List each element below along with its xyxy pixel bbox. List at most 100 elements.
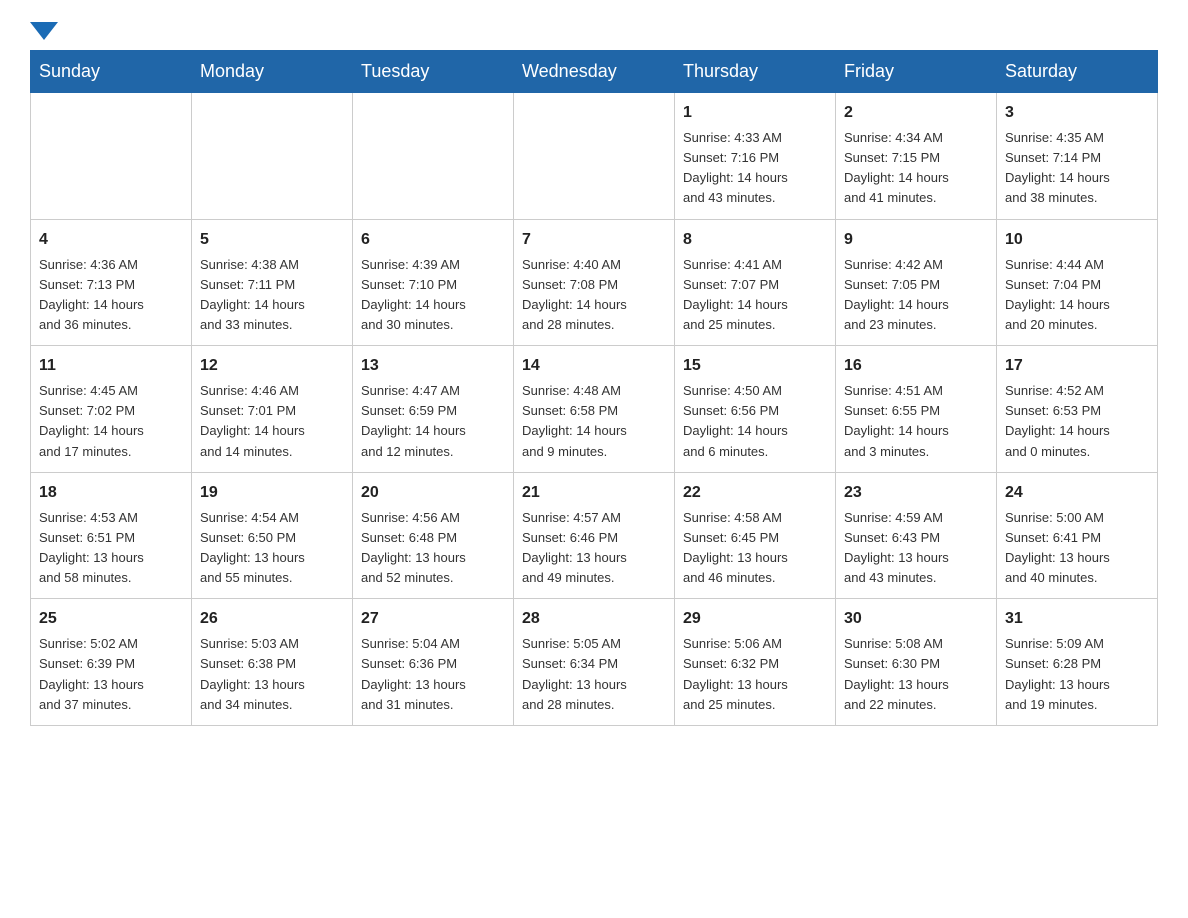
- header-friday: Friday: [836, 51, 997, 93]
- calendar-cell: 29Sunrise: 5:06 AM Sunset: 6:32 PM Dayli…: [675, 599, 836, 726]
- day-info: Sunrise: 4:33 AM Sunset: 7:16 PM Dayligh…: [683, 128, 827, 209]
- day-info: Sunrise: 5:08 AM Sunset: 6:30 PM Dayligh…: [844, 634, 988, 715]
- header-tuesday: Tuesday: [353, 51, 514, 93]
- day-number: 4: [39, 228, 183, 252]
- day-number: 22: [683, 481, 827, 505]
- header-saturday: Saturday: [997, 51, 1158, 93]
- day-info: Sunrise: 5:05 AM Sunset: 6:34 PM Dayligh…: [522, 634, 666, 715]
- day-info: Sunrise: 4:56 AM Sunset: 6:48 PM Dayligh…: [361, 508, 505, 589]
- day-number: 11: [39, 354, 183, 378]
- day-info: Sunrise: 4:45 AM Sunset: 7:02 PM Dayligh…: [39, 381, 183, 462]
- day-info: Sunrise: 4:58 AM Sunset: 6:45 PM Dayligh…: [683, 508, 827, 589]
- day-info: Sunrise: 4:41 AM Sunset: 7:07 PM Dayligh…: [683, 255, 827, 336]
- day-number: 28: [522, 607, 666, 631]
- calendar-cell: 20 Sunrise: 4:56 AM Sunset: 6:48 PM Dayli…: [353, 472, 514, 599]
- calendar-cell: 3 Sunrise: 4:35 AM Sunset: 7:14 PM Daylig…: [997, 93, 1158, 220]
- calendar-cell: 1Sunrise: 4:33 AM Sunset: 7:16 PM Daylig…: [675, 93, 836, 220]
- calendar-cell: 21 Sunrise: 4:57 AM Sunset: 6:46 PM Dayli…: [514, 472, 675, 599]
- calendar-cell: 28 Sunrise: 5:05 AM Sunset: 6:34 PM Dayli…: [514, 599, 675, 726]
- day-info: Sunrise: 4:48 AM Sunset: 6:58 PM Dayligh…: [522, 381, 666, 462]
- day-number: 17: [1005, 354, 1149, 378]
- day-info: Sunrise: 5:09 AM Sunset: 6:28 PM Dayligh…: [1005, 634, 1149, 715]
- day-number: 15: [683, 354, 827, 378]
- day-info: Sunrise: 4:44 AM Sunset: 7:04 PM Dayligh…: [1005, 255, 1149, 336]
- calendar-cell: 8 Sunrise: 4:41 AM Sunset: 7:07 PM Daylig…: [675, 219, 836, 346]
- day-info: Sunrise: 4:54 AM Sunset: 6:50 PM Dayligh…: [200, 508, 344, 589]
- day-info: Sunrise: 4:35 AM Sunset: 7:14 PM Dayligh…: [1005, 128, 1149, 209]
- day-info: Sunrise: 4:36 AM Sunset: 7:13 PM Dayligh…: [39, 255, 183, 336]
- day-info: Sunrise: 4:39 AM Sunset: 7:10 PM Dayligh…: [361, 255, 505, 336]
- header-wednesday: Wednesday: [514, 51, 675, 93]
- day-info: Sunrise: 5:03 AM Sunset: 6:38 PM Dayligh…: [200, 634, 344, 715]
- calendar-cell: 15 Sunrise: 4:50 AM Sunset: 6:56 PM Dayli…: [675, 346, 836, 473]
- day-number: 10: [1005, 228, 1149, 252]
- calendar-cell: 18 Sunrise: 4:53 AM Sunset: 6:51 PM Dayli…: [31, 472, 192, 599]
- day-info: Sunrise: 4:42 AM Sunset: 7:05 PM Dayligh…: [844, 255, 988, 336]
- calendar-cell: 11 Sunrise: 4:45 AM Sunset: 7:02 PM Dayli…: [31, 346, 192, 473]
- calendar-cell: 5 Sunrise: 4:38 AM Sunset: 7:11 PM Daylig…: [192, 219, 353, 346]
- day-info: Sunrise: 5:00 AM Sunset: 6:41 PM Dayligh…: [1005, 508, 1149, 589]
- day-number: 6: [361, 228, 505, 252]
- header-thursday: Thursday: [675, 51, 836, 93]
- calendar-cell: 16 Sunrise: 4:51 AM Sunset: 6:55 PM Dayli…: [836, 346, 997, 473]
- calendar-cell: [353, 93, 514, 220]
- day-number: 18: [39, 481, 183, 505]
- logo-triangle-icon: [30, 22, 58, 40]
- day-number: 13: [361, 354, 505, 378]
- calendar-cell: [31, 93, 192, 220]
- calendar-cell: 7Sunrise: 4:40 AM Sunset: 7:08 PM Daylig…: [514, 219, 675, 346]
- day-number: 23: [844, 481, 988, 505]
- calendar-cell: 26 Sunrise: 5:03 AM Sunset: 6:38 PM Dayli…: [192, 599, 353, 726]
- day-info: Sunrise: 4:59 AM Sunset: 6:43 PM Dayligh…: [844, 508, 988, 589]
- calendar-cell: 30 Sunrise: 5:08 AM Sunset: 6:30 PM Dayli…: [836, 599, 997, 726]
- day-info: Sunrise: 4:57 AM Sunset: 6:46 PM Dayligh…: [522, 508, 666, 589]
- day-number: 21: [522, 481, 666, 505]
- weekday-header-row: Sunday Monday Tuesday Wednesday Thursday…: [31, 51, 1158, 93]
- day-info: Sunrise: 4:47 AM Sunset: 6:59 PM Dayligh…: [361, 381, 505, 462]
- week-row-3: 11 Sunrise: 4:45 AM Sunset: 7:02 PM Dayli…: [31, 346, 1158, 473]
- calendar-cell: 4 Sunrise: 4:36 AM Sunset: 7:13 PM Daylig…: [31, 219, 192, 346]
- day-number: 27: [361, 607, 505, 631]
- calendar-cell: 19 Sunrise: 4:54 AM Sunset: 6:50 PM Dayli…: [192, 472, 353, 599]
- day-info: Sunrise: 4:51 AM Sunset: 6:55 PM Dayligh…: [844, 381, 988, 462]
- day-info: Sunrise: 5:04 AM Sunset: 6:36 PM Dayligh…: [361, 634, 505, 715]
- calendar-table: Sunday Monday Tuesday Wednesday Thursday…: [30, 50, 1158, 726]
- week-row-4: 18 Sunrise: 4:53 AM Sunset: 6:51 PM Dayli…: [31, 472, 1158, 599]
- day-number: 5: [200, 228, 344, 252]
- week-row-2: 4 Sunrise: 4:36 AM Sunset: 7:13 PM Daylig…: [31, 219, 1158, 346]
- calendar-cell: 13 Sunrise: 4:47 AM Sunset: 6:59 PM Dayli…: [353, 346, 514, 473]
- day-number: 19: [200, 481, 344, 505]
- day-number: 31: [1005, 607, 1149, 631]
- day-info: Sunrise: 4:34 AM Sunset: 7:15 PM Dayligh…: [844, 128, 988, 209]
- week-row-1: 1Sunrise: 4:33 AM Sunset: 7:16 PM Daylig…: [31, 93, 1158, 220]
- calendar-cell: 27 Sunrise: 5:04 AM Sunset: 6:36 PM Dayli…: [353, 599, 514, 726]
- day-info: Sunrise: 4:46 AM Sunset: 7:01 PM Dayligh…: [200, 381, 344, 462]
- calendar-cell: [514, 93, 675, 220]
- calendar-cell: 14Sunrise: 4:48 AM Sunset: 6:58 PM Dayli…: [514, 346, 675, 473]
- calendar-cell: 25 Sunrise: 5:02 AM Sunset: 6:39 PM Dayli…: [31, 599, 192, 726]
- header-monday: Monday: [192, 51, 353, 93]
- day-number: 16: [844, 354, 988, 378]
- calendar-cell: 6 Sunrise: 4:39 AM Sunset: 7:10 PM Daylig…: [353, 219, 514, 346]
- day-number: 30: [844, 607, 988, 631]
- day-number: 29: [683, 607, 827, 631]
- day-number: 2: [844, 101, 988, 125]
- day-number: 8: [683, 228, 827, 252]
- calendar-cell: 12Sunrise: 4:46 AM Sunset: 7:01 PM Dayli…: [192, 346, 353, 473]
- calendar-cell: 22 Sunrise: 4:58 AM Sunset: 6:45 PM Dayli…: [675, 472, 836, 599]
- calendar-cell: 17 Sunrise: 4:52 AM Sunset: 6:53 PM Dayli…: [997, 346, 1158, 473]
- day-number: 9: [844, 228, 988, 252]
- calendar-cell: 10 Sunrise: 4:44 AM Sunset: 7:04 PM Dayli…: [997, 219, 1158, 346]
- day-number: 25: [39, 607, 183, 631]
- day-info: Sunrise: 4:52 AM Sunset: 6:53 PM Dayligh…: [1005, 381, 1149, 462]
- day-number: 3: [1005, 101, 1149, 125]
- day-number: 26: [200, 607, 344, 631]
- day-number: 24: [1005, 481, 1149, 505]
- day-info: Sunrise: 4:50 AM Sunset: 6:56 PM Dayligh…: [683, 381, 827, 462]
- calendar-cell: 9 Sunrise: 4:42 AM Sunset: 7:05 PM Daylig…: [836, 219, 997, 346]
- day-info: Sunrise: 4:53 AM Sunset: 6:51 PM Dayligh…: [39, 508, 183, 589]
- day-number: 20: [361, 481, 505, 505]
- day-info: Sunrise: 4:38 AM Sunset: 7:11 PM Dayligh…: [200, 255, 344, 336]
- calendar-cell: 23 Sunrise: 4:59 AM Sunset: 6:43 PM Dayli…: [836, 472, 997, 599]
- day-info: Sunrise: 5:02 AM Sunset: 6:39 PM Dayligh…: [39, 634, 183, 715]
